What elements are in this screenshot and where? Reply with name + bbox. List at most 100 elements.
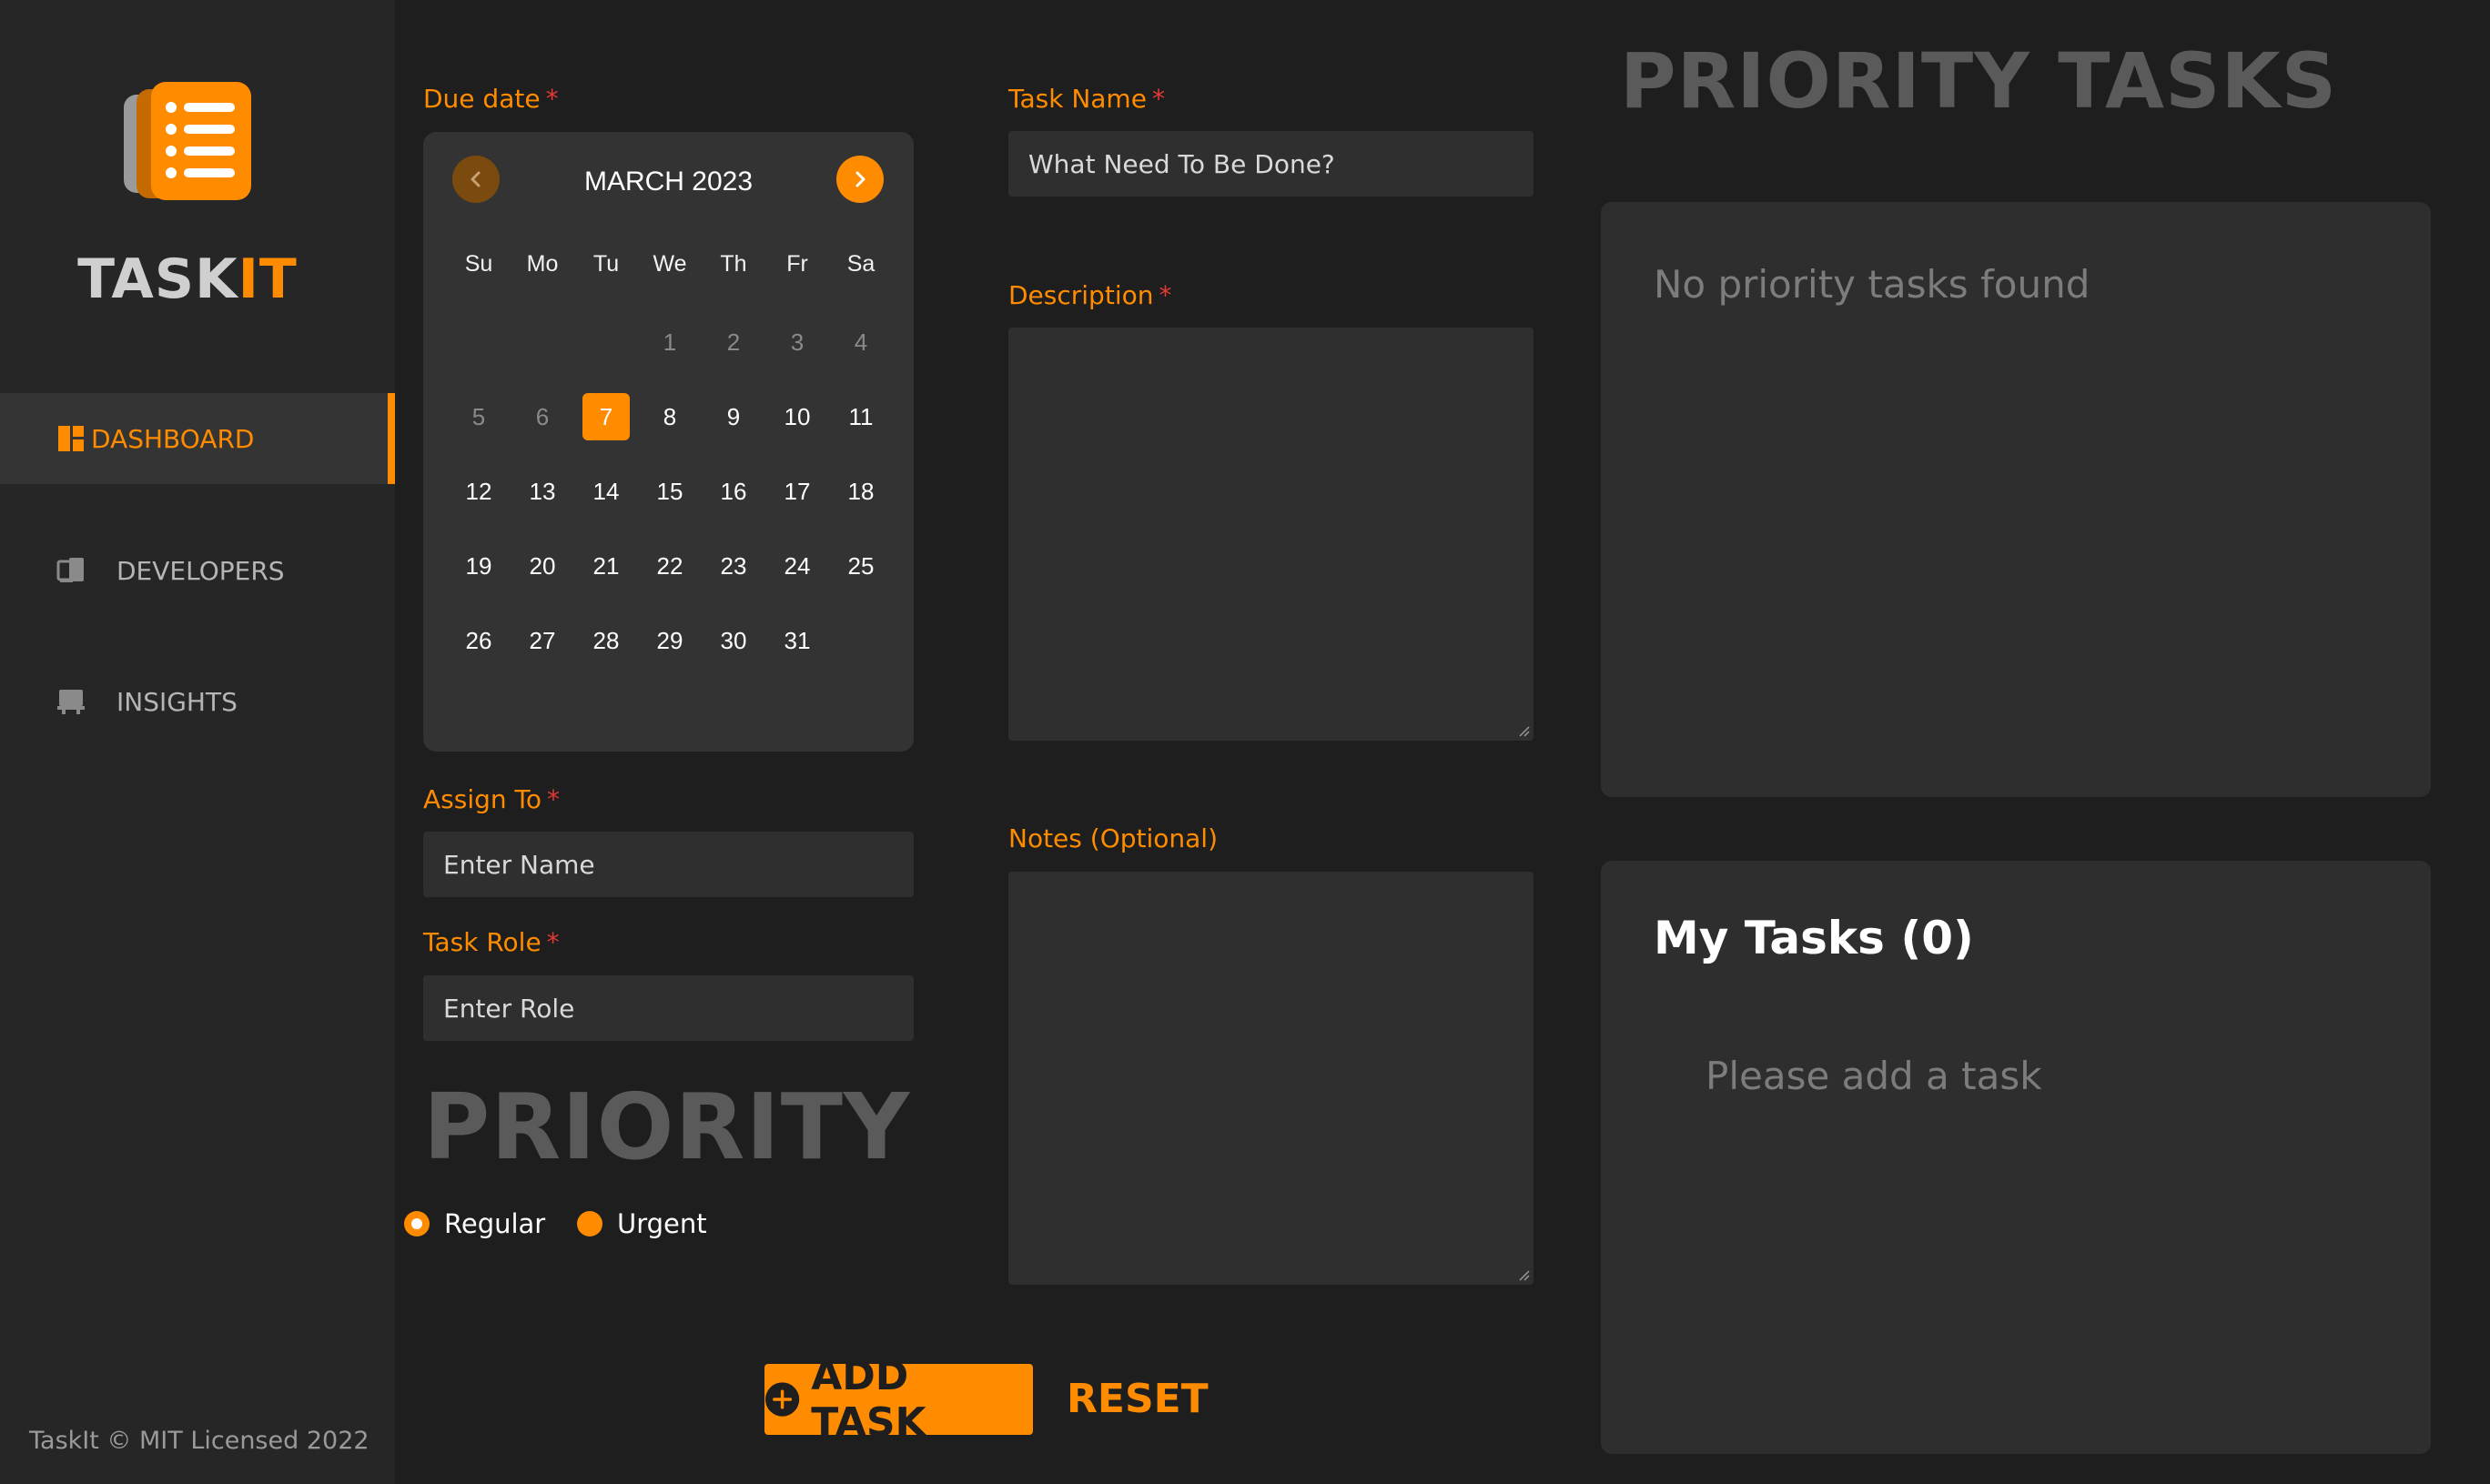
next-month-button[interactable] xyxy=(836,156,884,203)
calendar-day-number: 14 xyxy=(592,477,620,505)
calendar-day[interactable]: 19 xyxy=(447,541,511,591)
task-role-input[interactable]: Enter Role xyxy=(423,975,914,1041)
sidebar-item-insights[interactable]: INSIGHTS xyxy=(0,656,395,747)
sidebar-item-dashboard[interactable]: DASHBOARD xyxy=(0,393,395,484)
date-picker-calendar: MARCH 2023 Su Mo Tu We Th Fr Sa 1 2 3 4 5 6 7 8 9 10 11 12… xyxy=(423,132,914,752)
calendar-day-number: 6 xyxy=(535,402,550,430)
weekday-header-row: Su Mo Tu We Th Fr Sa xyxy=(447,243,893,285)
assign-to-input[interactable]: Enter Name xyxy=(423,832,914,897)
calendar-day[interactable]: 25 xyxy=(829,541,893,591)
calendar-day-number: 22 xyxy=(656,551,683,580)
calendar-day-number: 24 xyxy=(784,551,811,580)
radio-checked-icon xyxy=(404,1211,430,1237)
calendar-day-number: 11 xyxy=(848,402,874,430)
calendar-day[interactable]: 18 xyxy=(829,467,893,516)
calendar-day[interactable]: 27 xyxy=(511,616,574,665)
chevron-right-icon xyxy=(855,171,865,187)
calendar-day-number: 17 xyxy=(784,477,811,505)
task-name-label-text: Task Name xyxy=(1008,84,1147,114)
description-textarea[interactable] xyxy=(1008,328,1533,741)
priority-regular-radio[interactable]: Regular xyxy=(404,1208,545,1239)
calendar-day[interactable]: 10 xyxy=(765,392,829,441)
calendar-week-row: 5 6 7 8 9 10 11 xyxy=(447,379,893,454)
calendar-day[interactable]: 9 xyxy=(702,392,765,441)
calendar-day: 3 xyxy=(765,318,829,367)
calendar-day[interactable]: 24 xyxy=(765,541,829,591)
calendar-empty-cell xyxy=(574,318,638,367)
calendar-week-row: 19 20 21 22 23 24 25 xyxy=(447,529,893,603)
calendar-day[interactable]: 15 xyxy=(638,467,702,516)
calendar-day[interactable]: 8 xyxy=(638,392,702,441)
calendar-day[interactable]: 16 xyxy=(702,467,765,516)
calendar-day[interactable]: 17 xyxy=(765,467,829,516)
calendar-day: 6 xyxy=(511,392,574,441)
calendar-day[interactable]: 29 xyxy=(638,616,702,665)
insights-icon xyxy=(57,690,85,714)
calendar-day[interactable]: 14 xyxy=(574,467,638,516)
calendar-day-number: 9 xyxy=(726,402,741,430)
notes-label: Notes (Optional) xyxy=(1008,823,1218,853)
calendar-day-number: 8 xyxy=(663,402,677,430)
reset-button[interactable]: RESET xyxy=(1067,1376,1209,1422)
calendar-week-row: 26 27 28 29 30 31 xyxy=(447,603,893,678)
calendar-day-number: 25 xyxy=(847,551,875,580)
calendar-day: 2 xyxy=(702,318,765,367)
calendar-day[interactable]: 11 xyxy=(829,392,893,441)
required-mark: * xyxy=(1151,84,1165,114)
required-mark: * xyxy=(546,927,560,957)
due-date-label: Due date * xyxy=(423,84,559,114)
calendar-day-number: 20 xyxy=(529,551,556,580)
add-task-label: ADD TASK xyxy=(811,1353,926,1446)
calendar-day[interactable]: 21 xyxy=(574,541,638,591)
calendar-day-number: 30 xyxy=(720,626,747,654)
calendar-day[interactable]: 13 xyxy=(511,467,574,516)
task-role-placeholder: Enter Role xyxy=(443,993,575,1024)
calendar-day[interactable]: 30 xyxy=(702,616,765,665)
brand-part-1: TASK xyxy=(77,247,238,311)
brand-part-2: IT xyxy=(238,247,298,311)
priority-urgent-radio[interactable]: Urgent xyxy=(577,1208,707,1239)
task-name-input[interactable]: What Need To Be Done? xyxy=(1008,131,1533,197)
calendar-day-number: 18 xyxy=(847,477,875,505)
calendar-day[interactable]: 28 xyxy=(574,616,638,665)
weekday-label: Tu xyxy=(592,250,620,277)
sidebar-item-label: DASHBOARD xyxy=(91,423,255,454)
dashboard-icon xyxy=(58,426,84,451)
notes-textarea[interactable] xyxy=(1008,872,1533,1285)
calendar-day[interactable]: 12 xyxy=(447,467,511,516)
description-label: Description * xyxy=(1008,280,1171,310)
calendar-day[interactable]: 26 xyxy=(447,616,511,665)
weekday-label: Mo xyxy=(526,250,559,277)
weekday-label: Fr xyxy=(786,250,808,277)
weekday-label: Th xyxy=(720,250,747,277)
calendar-day-number: 1 xyxy=(663,328,677,356)
calendar-day[interactable]: 23 xyxy=(702,541,765,591)
radio-unchecked-icon xyxy=(577,1211,602,1237)
calendar-day-number: 10 xyxy=(784,402,811,430)
calendar-day-number: 27 xyxy=(529,626,556,654)
add-task-button[interactable]: ADD TASK xyxy=(764,1353,1033,1446)
weekday-label: We xyxy=(653,250,687,277)
logo-icon xyxy=(124,82,251,200)
sidebar-item-label: DEVELOPERS xyxy=(116,555,285,586)
resize-grip-icon[interactable] xyxy=(1517,724,1530,737)
radio-label: Urgent xyxy=(617,1208,707,1239)
calendar-day-number: 15 xyxy=(656,477,683,505)
calendar-day-number: 7 xyxy=(582,393,630,440)
calendar-day[interactable]: 20 xyxy=(511,541,574,591)
task-name-label: Task Name * xyxy=(1008,84,1165,114)
sidebar: TASKIT DASHBOARD DEVELOPERS INSIGHTS Tas… xyxy=(0,0,395,1484)
sidebar-item-developers[interactable]: DEVELOPERS xyxy=(0,525,395,616)
calendar-day-number: 21 xyxy=(592,551,620,580)
calendar-day[interactable]: 31 xyxy=(765,616,829,665)
resize-grip-icon[interactable] xyxy=(1517,1268,1530,1281)
calendar-week-row: 1 2 3 4 xyxy=(447,305,893,379)
calendar-grid: Su Mo Tu We Th Fr Sa 1 2 3 4 5 6 7 8 9 10 11 12 13 14 15 16 17 1… xyxy=(447,243,893,678)
plus-circle-icon xyxy=(764,1382,800,1417)
radio-label: Regular xyxy=(444,1208,546,1239)
calendar-empty-cell xyxy=(511,318,574,367)
calendar-day-number: 29 xyxy=(656,626,683,654)
calendar-day-selected[interactable]: 7 xyxy=(574,392,638,441)
description-label-text: Description xyxy=(1008,280,1154,310)
calendar-day[interactable]: 22 xyxy=(638,541,702,591)
